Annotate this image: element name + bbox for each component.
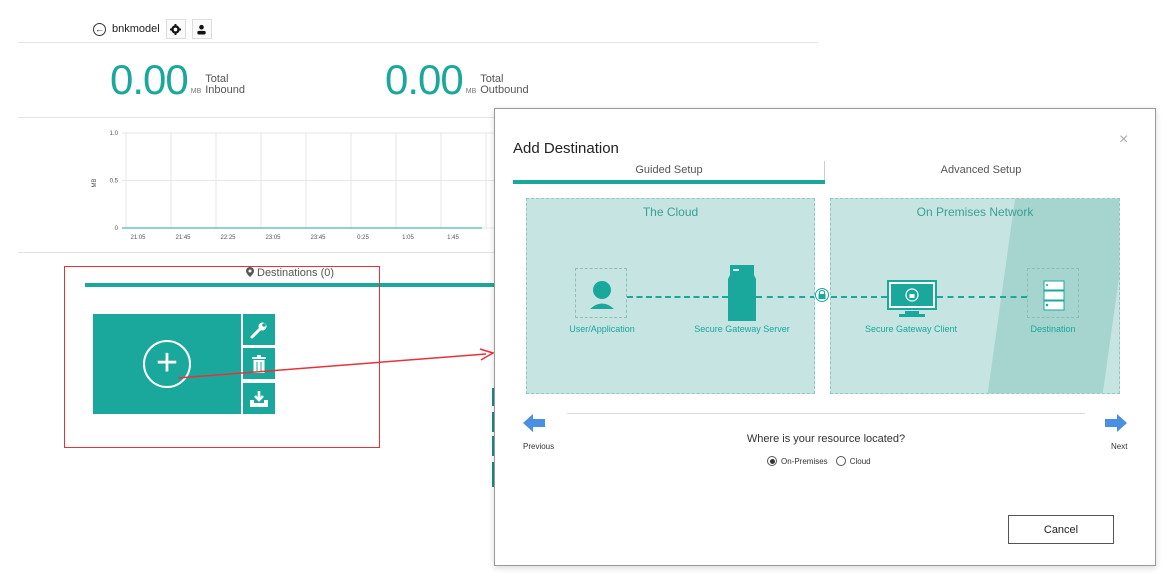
add-destination-modal: Add Destination × Guided Setup Advanced …	[494, 108, 1156, 566]
tab-guided-setup[interactable]: Guided Setup	[513, 164, 825, 176]
server-icon	[728, 265, 756, 326]
tab-advanced-setup[interactable]: Advanced Setup	[825, 164, 1137, 176]
destination-label: Destination	[1030, 324, 1076, 334]
connection-line	[756, 296, 814, 298]
database-icon	[1043, 280, 1065, 311]
onprem-panel: On Premises Network Secure Gateway Clien…	[830, 198, 1120, 394]
user-application-box	[575, 268, 627, 318]
gateway-server-label: Secure Gateway Server	[694, 324, 790, 334]
gateway-client-label: Secure Gateway Client	[864, 324, 958, 334]
close-icon[interactable]: ×	[1119, 131, 1128, 149]
radio-on-premises-label[interactable]: On-Premises	[781, 457, 828, 466]
gateway-client-icon	[887, 280, 937, 325]
connection-line	[831, 296, 887, 298]
connection-line	[627, 296, 728, 298]
arrow-left-icon	[523, 414, 545, 432]
cancel-button[interactable]: Cancel	[1008, 515, 1114, 544]
onprem-panel-title: On Premises Network	[916, 205, 1034, 219]
arrow-right-icon	[1105, 414, 1127, 432]
location-radio-group: On-Premises Cloud	[767, 456, 871, 466]
radio-cloud[interactable]	[835, 456, 846, 466]
cloud-panel: The Cloud User/Application Secure Gatewa…	[526, 198, 815, 394]
radio-selected-dot	[769, 458, 775, 464]
user-application-label: User/Application	[569, 324, 635, 334]
modal-title: Add Destination	[513, 140, 619, 157]
radio-cloud-label[interactable]: Cloud	[850, 457, 871, 466]
active-tab-indicator	[513, 180, 825, 184]
radio-on-premises[interactable]	[767, 456, 777, 466]
location-question: Where is your resource located?	[746, 433, 906, 445]
nav-separator	[567, 413, 1085, 414]
lock-icon	[815, 286, 829, 307]
destination-box	[1027, 268, 1079, 318]
cloud-panel-title: The Cloud	[642, 205, 699, 219]
connection-line	[937, 296, 1027, 298]
user-icon	[590, 281, 614, 309]
